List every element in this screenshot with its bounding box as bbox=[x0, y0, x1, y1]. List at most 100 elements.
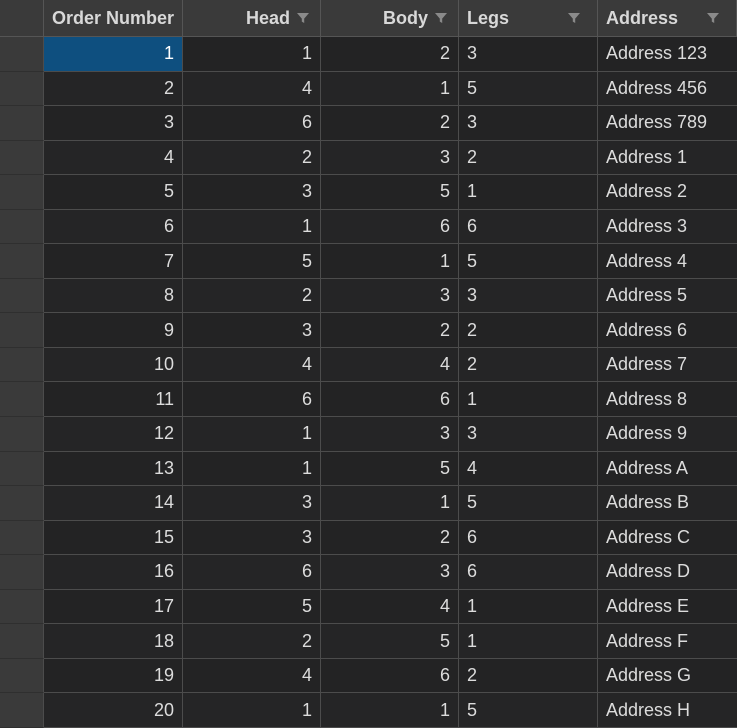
table-row[interactable]: 1 1 2 3 Address 123 bbox=[0, 37, 737, 72]
cell-head[interactable]: 2 bbox=[183, 140, 321, 176]
row-header[interactable] bbox=[0, 347, 44, 383]
cell-order-number[interactable]: 14 bbox=[44, 486, 183, 521]
cell-address[interactable]: Address E bbox=[598, 589, 737, 625]
cell-legs[interactable]: 2 bbox=[459, 140, 598, 176]
filter-funnel-icon[interactable] bbox=[567, 11, 581, 25]
column-header-head[interactable]: Head bbox=[183, 0, 321, 37]
cell-address[interactable]: Address B bbox=[598, 486, 737, 521]
column-header-order-number[interactable]: Order Number bbox=[44, 0, 183, 37]
cell-body[interactable]: 3 bbox=[321, 555, 459, 590]
cell-address[interactable]: Address 9 bbox=[598, 417, 737, 452]
cell-head[interactable]: 4 bbox=[183, 71, 321, 107]
filter-funnel-icon[interactable] bbox=[706, 11, 720, 25]
row-header[interactable] bbox=[0, 417, 44, 452]
cell-head[interactable]: 2 bbox=[183, 624, 321, 659]
cell-order-number[interactable]: 20 bbox=[44, 693, 183, 728]
cell-order-number[interactable]: 18 bbox=[44, 624, 183, 659]
cell-order-number[interactable]: 2 bbox=[44, 71, 183, 107]
cell-order-number[interactable]: 3 bbox=[44, 106, 183, 141]
cell-legs[interactable]: 5 bbox=[459, 486, 598, 521]
cell-order-number[interactable]: 15 bbox=[44, 520, 183, 556]
cell-address[interactable]: Address 2 bbox=[598, 175, 737, 210]
cell-body[interactable]: 1 bbox=[321, 486, 459, 521]
cell-legs[interactable]: 2 bbox=[459, 347, 598, 383]
row-header[interactable] bbox=[0, 486, 44, 521]
table-row[interactable]: 2 4 1 5 Address 456 bbox=[0, 71, 737, 107]
cell-body[interactable]: 3 bbox=[321, 417, 459, 452]
row-header[interactable] bbox=[0, 278, 44, 314]
cell-address[interactable]: Address 5 bbox=[598, 278, 737, 314]
cell-legs[interactable]: 1 bbox=[459, 175, 598, 210]
cell-head[interactable]: 3 bbox=[183, 313, 321, 348]
cell-legs[interactable]: 3 bbox=[459, 37, 598, 72]
cell-order-number[interactable]: 9 bbox=[44, 313, 183, 348]
cell-order-number[interactable]: 17 bbox=[44, 589, 183, 625]
row-header-corner[interactable] bbox=[0, 0, 44, 37]
row-header[interactable] bbox=[0, 382, 44, 418]
table-row[interactable]: 3 6 2 3 Address 789 bbox=[0, 106, 737, 141]
table-row[interactable]: 5 3 5 1 Address 2 bbox=[0, 175, 737, 210]
cell-head[interactable]: 3 bbox=[183, 520, 321, 556]
cell-order-number[interactable]: 7 bbox=[44, 244, 183, 279]
table-row[interactable]: 12 1 3 3 Address 9 bbox=[0, 417, 737, 452]
cell-legs[interactable]: 3 bbox=[459, 106, 598, 141]
filter-funnel-icon[interactable] bbox=[434, 11, 448, 25]
cell-body[interactable]: 6 bbox=[321, 209, 459, 245]
cell-body[interactable]: 2 bbox=[321, 520, 459, 556]
cell-address[interactable]: Address 4 bbox=[598, 244, 737, 279]
cell-address[interactable]: Address 8 bbox=[598, 382, 737, 418]
cell-body[interactable]: 5 bbox=[321, 451, 459, 487]
cell-legs[interactable]: 4 bbox=[459, 451, 598, 487]
filter-funnel-icon[interactable] bbox=[296, 11, 310, 25]
column-header-body[interactable]: Body bbox=[321, 0, 459, 37]
row-header[interactable] bbox=[0, 37, 44, 72]
cell-order-number[interactable]: 13 bbox=[44, 451, 183, 487]
cell-legs[interactable]: 5 bbox=[459, 71, 598, 107]
row-header[interactable] bbox=[0, 658, 44, 694]
column-header-legs[interactable]: Legs bbox=[459, 0, 598, 37]
cell-order-number[interactable]: 6 bbox=[44, 209, 183, 245]
cell-legs[interactable]: 2 bbox=[459, 313, 598, 348]
row-header[interactable] bbox=[0, 106, 44, 141]
cell-body[interactable]: 3 bbox=[321, 278, 459, 314]
cell-head[interactable]: 3 bbox=[183, 175, 321, 210]
table-row[interactable]: 17 5 4 1 Address E bbox=[0, 589, 737, 625]
cell-legs[interactable]: 5 bbox=[459, 693, 598, 728]
cell-head[interactable]: 4 bbox=[183, 347, 321, 383]
table-row[interactable]: 15 3 2 6 Address C bbox=[0, 520, 737, 556]
cell-legs[interactable]: 2 bbox=[459, 658, 598, 694]
cell-address[interactable]: Address F bbox=[598, 624, 737, 659]
cell-legs[interactable]: 1 bbox=[459, 624, 598, 659]
cell-address[interactable]: Address D bbox=[598, 555, 737, 590]
table-row[interactable]: 18 2 5 1 Address F bbox=[0, 624, 737, 659]
cell-head[interactable]: 1 bbox=[183, 37, 321, 72]
cell-legs[interactable]: 6 bbox=[459, 555, 598, 590]
cell-body[interactable]: 3 bbox=[321, 140, 459, 176]
cell-address[interactable]: Address 3 bbox=[598, 209, 737, 245]
cell-head[interactable]: 1 bbox=[183, 417, 321, 452]
table-row[interactable]: 7 5 1 5 Address 4 bbox=[0, 244, 737, 279]
row-header[interactable] bbox=[0, 451, 44, 487]
cell-body[interactable]: 1 bbox=[321, 693, 459, 728]
cell-head[interactable]: 4 bbox=[183, 658, 321, 694]
cell-head[interactable]: 6 bbox=[183, 382, 321, 418]
table-row[interactable]: 11 6 6 1 Address 8 bbox=[0, 382, 737, 418]
cell-legs[interactable]: 3 bbox=[459, 278, 598, 314]
cell-body[interactable]: 5 bbox=[321, 624, 459, 659]
table-row[interactable]: 20 1 1 5 Address H bbox=[0, 693, 737, 728]
row-header[interactable] bbox=[0, 555, 44, 590]
cell-legs[interactable]: 6 bbox=[459, 209, 598, 245]
row-header[interactable] bbox=[0, 589, 44, 625]
cell-order-number[interactable]: 1 bbox=[44, 37, 183, 72]
cell-body[interactable]: 2 bbox=[321, 37, 459, 72]
cell-legs[interactable]: 1 bbox=[459, 589, 598, 625]
cell-body[interactable]: 2 bbox=[321, 313, 459, 348]
row-header[interactable] bbox=[0, 175, 44, 210]
row-header[interactable] bbox=[0, 624, 44, 659]
cell-body[interactable]: 1 bbox=[321, 244, 459, 279]
cell-legs[interactable]: 3 bbox=[459, 417, 598, 452]
cell-body[interactable]: 6 bbox=[321, 658, 459, 694]
table-row[interactable]: 13 1 5 4 Address A bbox=[0, 451, 737, 487]
table-row[interactable]: 19 4 6 2 Address G bbox=[0, 658, 737, 694]
cell-body[interactable]: 5 bbox=[321, 175, 459, 210]
